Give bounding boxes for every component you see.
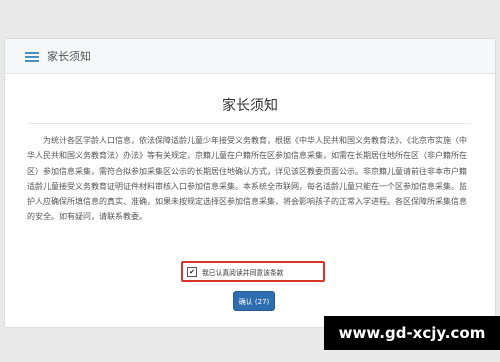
confirm-button[interactable]: 确认 (27) xyxy=(233,291,275,311)
notice-panel: 家长须知 家长须知 为统计各区学龄人口信息，依法保障适龄儿童少年接受义务教育，根… xyxy=(4,38,496,328)
page: 家长须知 家长须知 为统计各区学龄人口信息，依法保障适龄儿童少年接受义务教育，根… xyxy=(0,0,500,362)
agree-checkbox[interactable]: ✔ xyxy=(187,266,197,277)
title-divider xyxy=(29,123,471,124)
notice-title: 家长须知 xyxy=(222,98,278,114)
list-icon xyxy=(25,52,39,62)
panel-header: 家长须知 xyxy=(5,39,495,74)
panel-header-title: 家长须知 xyxy=(47,50,91,63)
notice-body: 为统计各区学龄人口信息，依法保障适龄儿童少年接受义务教育，根据《中华人民共和国义… xyxy=(27,136,467,222)
site-watermark: www.gd-xcjy.com xyxy=(324,316,500,350)
agree-label[interactable]: 我已认真阅读并同意该条款 xyxy=(202,267,284,277)
agree-terms-row[interactable]: ✔ 我已认真阅读并同意该条款 xyxy=(181,261,325,282)
